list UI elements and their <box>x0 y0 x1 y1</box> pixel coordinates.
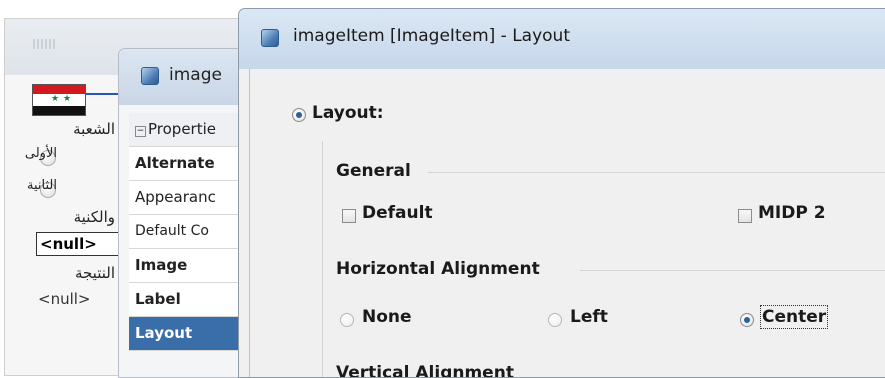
align-left-radio[interactable] <box>548 313 562 327</box>
properties-row-label: Propertie <box>148 120 216 138</box>
properties-titlebar[interactable]: image <box>119 49 255 105</box>
horizontal-divider <box>580 270 885 271</box>
layout-dialog-title: imageItem [ImageItem] - Layout <box>293 26 570 46</box>
align-none-radio[interactable] <box>340 313 354 327</box>
flag-star-icon: ★ <box>63 94 72 104</box>
properties-row-label: Layout <box>135 324 193 342</box>
properties-row-label: Alternate <box>135 154 215 172</box>
properties-row-label: Appearanc <box>135 188 216 206</box>
align-none-label: None <box>362 307 412 327</box>
group-border <box>322 141 323 377</box>
flag-black-band <box>33 106 85 115</box>
properties-row-alternate[interactable]: Alternate <box>129 147 255 181</box>
flag-star-icon: ★ <box>51 94 60 104</box>
cube-icon <box>261 29 279 47</box>
properties-row-label[interactable]: Label <box>129 283 255 317</box>
align-center-label: Center <box>759 305 829 329</box>
form-text-field-value: <null> <box>40 235 97 253</box>
flag-red-band <box>33 85 85 94</box>
form-radio-label-second: الثانية <box>27 178 57 193</box>
properties-title: image <box>169 65 222 85</box>
properties-row-label: Label <box>135 290 181 308</box>
midp2-checkbox-label: MIDP 2 <box>758 203 826 223</box>
default-checkbox-label: Default <box>362 203 433 223</box>
layout-dialog-body: Layout: General Default MIDP 2 Horizonta… <box>249 69 885 377</box>
general-divider <box>428 172 885 173</box>
grip-icon <box>33 39 55 49</box>
default-checkbox[interactable] <box>342 209 356 223</box>
collapse-icon[interactable]: − <box>135 126 146 137</box>
flag-image[interactable]: ★ ★ <box>32 84 86 116</box>
properties-row-appearance[interactable]: Appearanc <box>129 181 255 215</box>
properties-row-header[interactable]: − Propertie <box>129 113 255 147</box>
form-label-surname: والكنية <box>73 208 115 226</box>
form-label-section: الشعبة <box>73 120 115 138</box>
properties-row-layout[interactable]: Layout <box>129 317 255 351</box>
properties-row-label: Image <box>135 256 188 274</box>
properties-row-image[interactable]: Image <box>129 249 255 283</box>
layout-dialog-titlebar[interactable]: imageItem [ImageItem] - Layout <box>239 9 885 69</box>
align-center-radio[interactable] <box>740 313 754 327</box>
properties-row-label: Default Co <box>135 223 209 239</box>
layout-radio-label: Layout: <box>312 103 384 123</box>
layout-dialog: imageItem [ImageItem] - Layout Layout: G… <box>238 8 885 378</box>
form-label-result: النتيجة <box>74 264 115 282</box>
form-text-field[interactable]: <null> <box>36 232 122 256</box>
align-left-label: Left <box>570 307 608 327</box>
properties-row-default-command[interactable]: Default Co <box>129 215 255 249</box>
midp2-checkbox[interactable] <box>738 209 752 223</box>
form-result-value: <null> <box>38 290 91 308</box>
properties-window: image − Propertie Alternate Appearanc Def… <box>118 48 255 378</box>
general-heading: General <box>336 161 411 181</box>
layout-radio[interactable] <box>292 108 306 122</box>
horizontal-alignment-heading: Horizontal Alignment <box>336 259 540 279</box>
form-radio-label-first: الأولى <box>24 146 57 161</box>
cube-icon <box>141 67 159 85</box>
